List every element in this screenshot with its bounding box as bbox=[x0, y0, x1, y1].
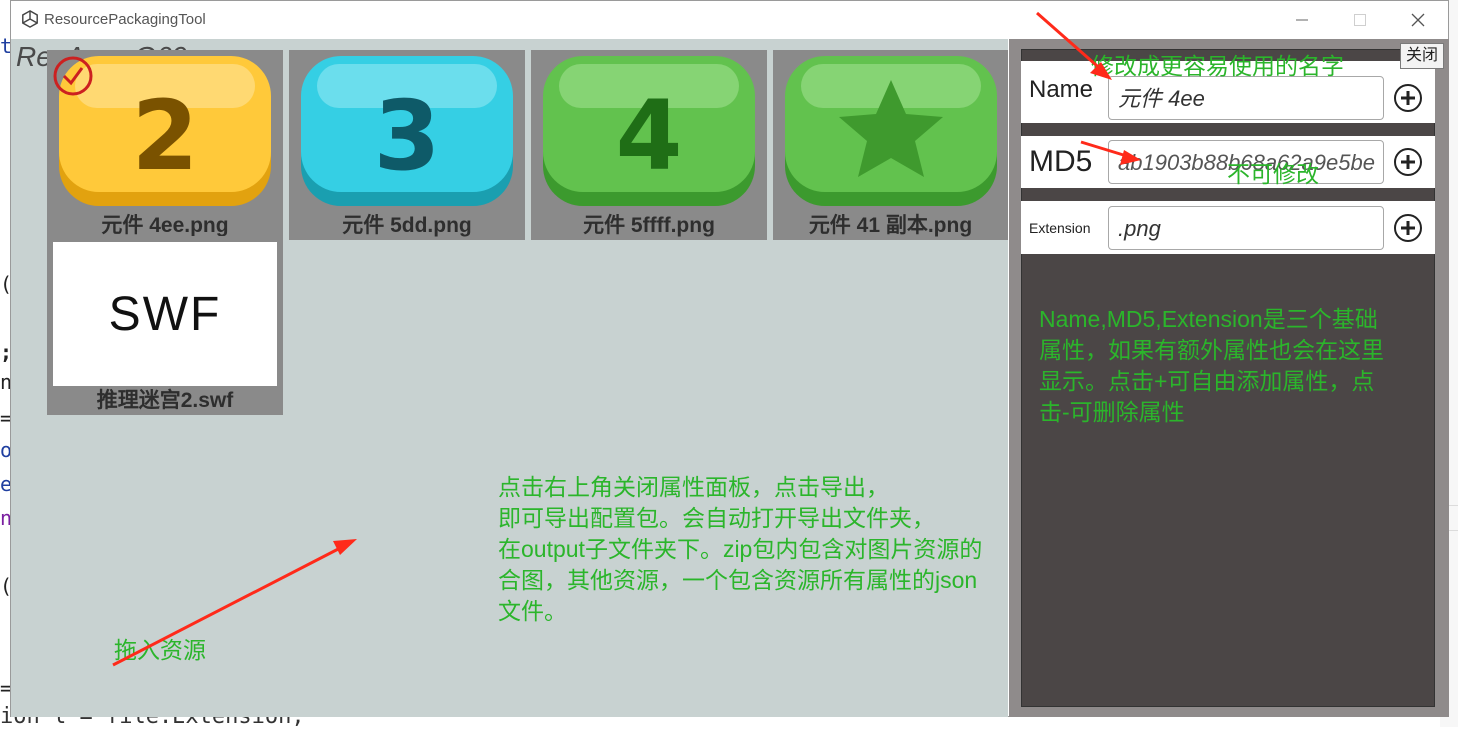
export-instruction-note: 点击右上角关闭属性面板，点击导出， 即可导出配置包。会自动打开导出文件夹， 在o… bbox=[498, 474, 983, 624]
minimize-icon bbox=[1296, 19, 1308, 21]
svg-text:2: 2 bbox=[132, 80, 199, 192]
maximize-icon bbox=[1354, 14, 1366, 26]
rename-note: 修改成更容易使用的名字 bbox=[1091, 53, 1344, 79]
resource-item[interactable]: 2 元件 4ee.png bbox=[47, 50, 283, 240]
unity-logo-icon bbox=[22, 10, 38, 28]
readonly-note: 不可修改 bbox=[1227, 161, 1319, 187]
property-label: Extension bbox=[1029, 220, 1091, 236]
title-bar: ResourcePackagingTool bbox=[11, 1, 1448, 39]
resource-item-label: 元件 41 副本.png bbox=[808, 214, 973, 237]
property-label: Name bbox=[1029, 76, 1094, 103]
resource-item[interactable]: 元件 41 副本.png bbox=[773, 50, 1008, 240]
add-property-plus-icon[interactable] bbox=[1393, 213, 1423, 243]
property-row-extension: Extension .png bbox=[1021, 201, 1435, 254]
resource-item[interactable]: 4 元件 5ffff.png bbox=[531, 50, 767, 240]
svg-text:4: 4 bbox=[616, 80, 683, 192]
svg-text:3: 3 bbox=[374, 80, 441, 192]
resource-item-label: 元件 5ffff.png bbox=[583, 214, 715, 237]
star-button-icon bbox=[785, 56, 997, 206]
resource-item[interactable]: 3 元件 5dd.png bbox=[289, 50, 525, 240]
drag-in-note: 拖入资源 bbox=[114, 637, 206, 663]
swf-file-icon: SWF bbox=[53, 242, 277, 386]
property-panel: Name 元件 4ee MD5 ab1903b88b68a62a9e5be Ex… bbox=[1009, 39, 1449, 717]
maximize-button[interactable] bbox=[1331, 1, 1389, 39]
extension-field[interactable]: .png bbox=[1108, 206, 1384, 250]
property-label: MD5 bbox=[1029, 145, 1093, 178]
close-panel-button[interactable]: 关闭 bbox=[1400, 43, 1444, 69]
name-field[interactable]: 元件 4ee bbox=[1108, 76, 1384, 120]
close-window-button[interactable] bbox=[1389, 1, 1447, 39]
properties-info-note: Name,MD5,Extension是三个基础 属性，如果有额外属性也会在这里 … bbox=[1039, 306, 1384, 425]
add-property-plus-icon[interactable] bbox=[1393, 147, 1423, 177]
add-property-plus-icon[interactable] bbox=[1393, 83, 1423, 113]
number-3-button-icon: 3 bbox=[301, 56, 513, 206]
resource-item-label: 元件 5dd.png bbox=[342, 214, 472, 237]
resource-area[interactable]: ResArea-G69 2 元件 4ee.png 3 元件 5 bbox=[11, 39, 1008, 717]
close-icon bbox=[1411, 13, 1425, 27]
tool-window: ResourcePackagingTool ResArea-G69 2 元件 4 bbox=[10, 0, 1449, 717]
minimize-button[interactable] bbox=[1273, 1, 1331, 39]
swf-preview-text: SWF bbox=[108, 287, 222, 341]
resource-item-label: 推理迷宫2.swf bbox=[96, 389, 234, 412]
window-title: ResourcePackagingTool bbox=[44, 11, 206, 28]
resource-item[interactable]: SWF 推理迷宫2.swf bbox=[47, 236, 283, 415]
number-4-button-icon: 4 bbox=[543, 56, 755, 206]
selected-check-icon bbox=[53, 56, 93, 96]
